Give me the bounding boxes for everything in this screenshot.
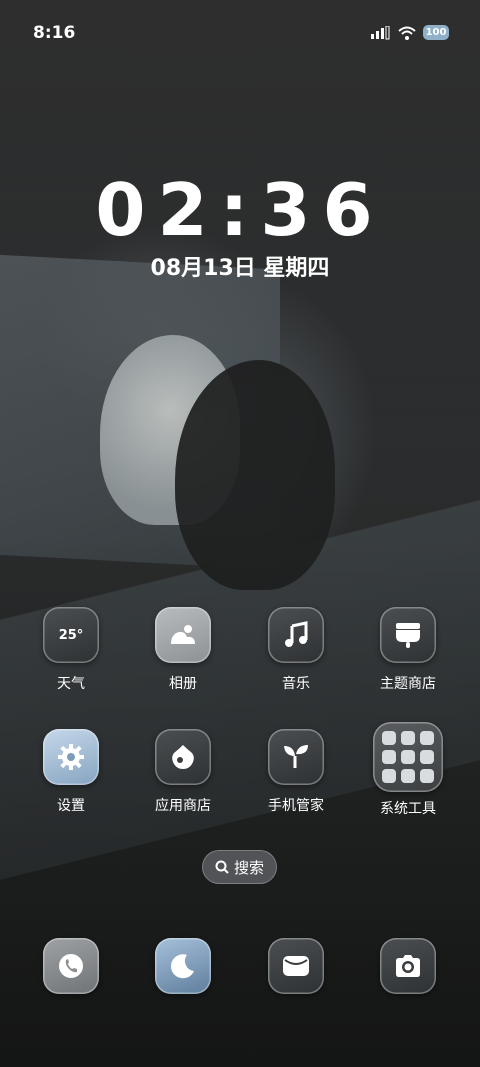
phone-manager-icon[interactable] <box>268 729 324 785</box>
app-label: 音乐 <box>282 676 310 692</box>
folder-app-icon <box>420 750 434 764</box>
theme-store-icon[interactable] <box>380 607 436 663</box>
app-app-store[interactable]: 应用商店 <box>133 729 233 815</box>
dock-moon[interactable] <box>133 938 233 994</box>
app-label: 相册 <box>169 676 197 692</box>
dock-camera[interactable] <box>358 938 458 994</box>
folder-app-icon <box>401 769 415 783</box>
app-system-tools-folder[interactable]: 系统工具 <box>358 722 458 818</box>
app-music[interactable]: 音乐 <box>246 607 346 693</box>
app-label: 系统工具 <box>380 801 436 817</box>
wifi-icon <box>396 26 418 40</box>
battery-icon: 100 <box>423 25 449 40</box>
folder-icon[interactable] <box>373 722 443 792</box>
wallpaper <box>0 0 480 1067</box>
signal-icon <box>369 25 391 40</box>
dock-phone[interactable] <box>21 938 121 994</box>
weather-temp: 25° <box>58 627 84 643</box>
phone-icon[interactable] <box>43 938 99 994</box>
clock-time[interactable]: 02:36 <box>0 168 480 252</box>
app-gallery[interactable]: 相册 <box>133 607 233 693</box>
folder-app-icon <box>382 769 396 783</box>
app-phone-manager[interactable]: 手机管家 <box>246 729 346 815</box>
gear-icon[interactable] <box>43 729 99 785</box>
folder-app-icon <box>382 750 396 764</box>
folder-app-icon <box>420 731 434 745</box>
status-time: 8:16 <box>33 23 76 43</box>
search-button[interactable]: 搜索 <box>202 850 277 884</box>
status-bar: 8:16 100 <box>0 0 480 66</box>
app-label: 天气 <box>57 676 85 692</box>
message-icon[interactable] <box>268 938 324 994</box>
search-label: 搜索 <box>233 858 264 877</box>
folder-app-icon <box>420 769 434 783</box>
app-label: 设置 <box>57 798 85 814</box>
clock-date[interactable]: 08月13日 星期四 <box>0 250 480 282</box>
moon-icon[interactable] <box>155 938 211 994</box>
app-label: 主题商店 <box>380 676 436 692</box>
music-icon[interactable] <box>268 607 324 663</box>
app-settings[interactable]: 设置 <box>21 729 121 815</box>
weather-icon[interactable]: 25° <box>43 607 99 663</box>
gallery-icon[interactable] <box>155 607 211 663</box>
app-weather[interactable]: 25° 天气 <box>21 607 121 693</box>
folder-app-icon <box>382 731 396 745</box>
app-label: 应用商店 <box>155 798 211 814</box>
search-icon <box>215 860 229 874</box>
status-icons: 100 <box>369 25 449 40</box>
dock-message[interactable] <box>246 938 346 994</box>
app-theme-store[interactable]: 主题商店 <box>358 607 458 693</box>
app-label: 手机管家 <box>268 798 324 814</box>
wallpaper-vignette <box>0 0 480 1067</box>
app-store-icon[interactable] <box>155 729 211 785</box>
folder-app-icon <box>401 731 415 745</box>
folder-app-icon <box>401 750 415 764</box>
camera-icon[interactable] <box>380 938 436 994</box>
